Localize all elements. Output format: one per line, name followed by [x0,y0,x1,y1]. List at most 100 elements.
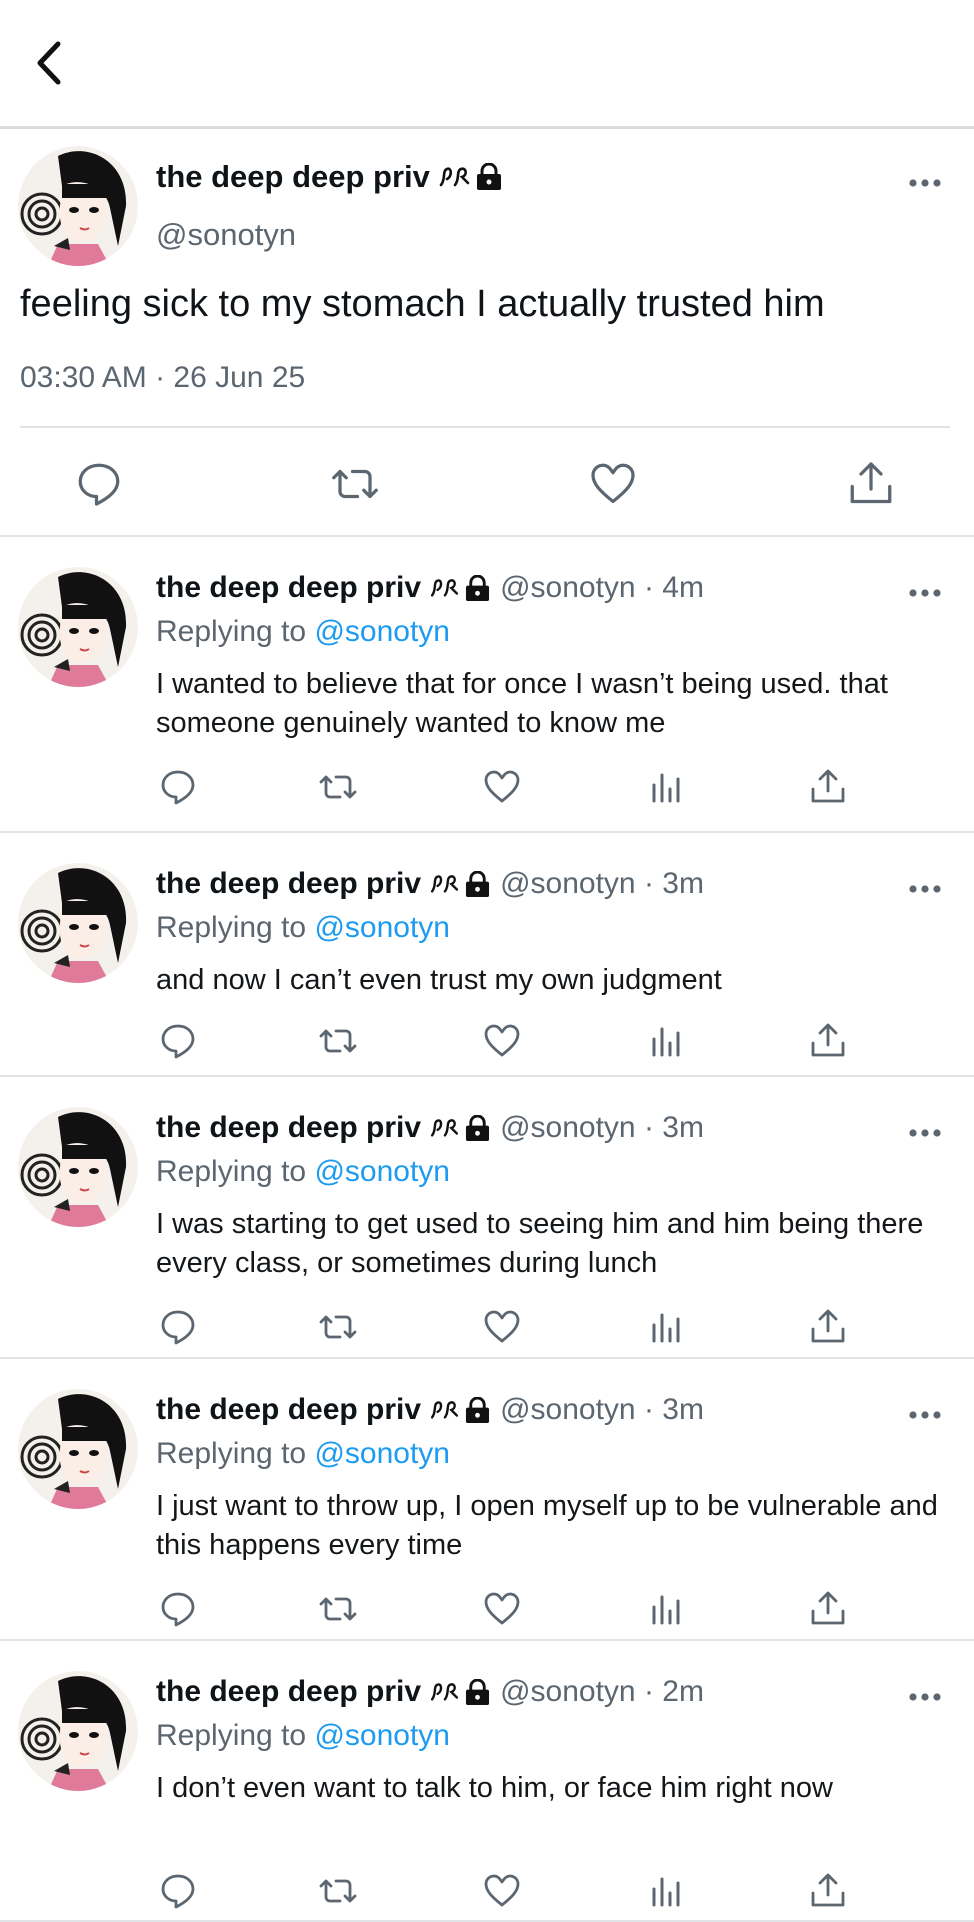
tweet-actions [0,1021,974,1065]
display-name[interactable]: the deep deep priv [156,1675,421,1709]
badges [429,1114,490,1142]
replying-prefix: Replying to [156,1719,307,1752]
reply-tweet[interactable]: the deep deep priv @sonotyn · 3m Replyin… [0,833,974,1077]
knot-glyph-icon [430,1683,459,1701]
share-icon[interactable] [808,1307,848,1347]
tweet-text: and now I can’t even trust my own judgme… [156,964,722,996]
more-options-icon[interactable] [908,587,942,599]
lock-icon [466,1114,490,1141]
badges [429,1396,490,1424]
replying-to: Replying to @sonotyn [156,615,450,649]
reply-icon[interactable] [158,1589,198,1629]
avatar[interactable] [18,1671,138,1791]
name-row: the deep deep priv [156,159,502,195]
retweet-icon[interactable] [330,459,380,509]
mention-link[interactable]: @sonotyn [314,1719,450,1752]
like-icon[interactable] [482,1021,522,1061]
replying-prefix: Replying to [156,615,307,648]
analytics-icon[interactable] [646,767,686,807]
back-chevron-icon[interactable] [30,38,70,88]
tweet-actions [0,1307,974,1351]
knot-glyph-icon [430,875,459,893]
replying-prefix: Replying to [156,1155,307,1188]
share-icon[interactable] [808,1871,848,1911]
reply-tweet[interactable]: the deep deep priv @sonotyn · 2m Replyin… [0,1641,974,1922]
more-options-icon[interactable] [908,1127,942,1139]
mention-link[interactable]: @sonotyn [314,615,450,648]
like-icon[interactable] [588,459,638,509]
share-icon[interactable] [846,459,896,509]
replying-to: Replying to @sonotyn [156,1155,450,1189]
analytics-icon[interactable] [646,1021,686,1061]
avatar[interactable] [18,1389,138,1509]
handle-time[interactable]: @sonotyn · 3m [500,1111,704,1145]
lock-icon [466,1396,490,1423]
like-icon[interactable] [482,1589,522,1629]
avatar[interactable] [18,863,138,983]
badges [429,870,490,898]
name-row: the deep deep priv @sonotyn · 3m [156,867,704,901]
more-options-icon[interactable] [908,177,942,189]
tweet-text: I just want to throw up, I open myself u… [156,1490,938,1561]
tweet-text: I don’t even want to talk to him, or fac… [156,1772,833,1804]
more-options-icon[interactable] [908,1409,942,1421]
more-options-icon[interactable] [908,1691,942,1703]
badges [429,574,490,602]
share-icon[interactable] [808,767,848,807]
replying-prefix: Replying to [156,1437,307,1470]
retweet-icon[interactable] [318,1021,358,1061]
share-icon[interactable] [808,1589,848,1629]
like-icon[interactable] [482,767,522,807]
name-row: the deep deep priv @sonotyn · 2m [156,1675,704,1709]
like-icon[interactable] [482,1871,522,1911]
avatar[interactable] [18,567,138,687]
more-options-icon[interactable] [908,883,942,895]
timestamp: 03:30 AM · 26 Jun 25 [20,361,306,394]
display-name[interactable]: the deep deep priv [156,571,421,605]
badges [429,1678,490,1706]
display-name[interactable]: the deep deep priv [156,1393,421,1427]
tweet-actions [0,767,974,811]
share-icon[interactable] [808,1021,848,1061]
reply-icon[interactable] [74,459,124,509]
top-bar [0,0,974,129]
retweet-icon[interactable] [318,1589,358,1629]
display-name[interactable]: the deep deep priv [156,867,421,901]
replying-to: Replying to @sonotyn [156,911,450,945]
handle-time[interactable]: @sonotyn · 4m [500,571,704,605]
reply-icon[interactable] [158,1871,198,1911]
reply-icon[interactable] [158,1307,198,1347]
handle-time[interactable]: @sonotyn · 3m [500,867,704,901]
tweet-actions [0,459,974,519]
display-name[interactable]: the deep deep priv [156,159,430,195]
tweet-actions [0,1871,974,1915]
handle-time[interactable]: @sonotyn · 3m [500,1393,704,1427]
name-row: the deep deep priv @sonotyn · 3m [156,1111,704,1145]
mention-link[interactable]: @sonotyn [314,1155,450,1188]
like-icon[interactable] [482,1307,522,1347]
reply-tweet[interactable]: the deep deep priv @sonotyn · 3m Replyin… [0,1077,974,1359]
retweet-icon[interactable] [318,1871,358,1911]
reply-icon[interactable] [158,767,198,807]
display-name[interactable]: the deep deep priv [156,1111,421,1145]
tweet-text: I was starting to get used to seeing him… [156,1208,924,1279]
tweet-actions [0,1589,974,1633]
tweet-text: I wanted to believe that for once I wasn… [156,668,888,739]
name-row: the deep deep priv @sonotyn · 3m [156,1393,704,1427]
analytics-icon[interactable] [646,1871,686,1911]
tweet-text: feeling sick to my stomach I actually tr… [20,283,825,325]
reply-tweet[interactable]: the deep deep priv @sonotyn · 3m Replyin… [0,1359,974,1641]
reply-icon[interactable] [158,1021,198,1061]
retweet-icon[interactable] [318,767,358,807]
analytics-icon[interactable] [646,1589,686,1629]
avatar[interactable] [18,146,138,266]
mention-link[interactable]: @sonotyn [314,1437,450,1470]
retweet-icon[interactable] [318,1307,358,1347]
avatar[interactable] [18,1107,138,1227]
mention-link[interactable]: @sonotyn [314,911,450,944]
replying-to: Replying to @sonotyn [156,1719,450,1753]
reply-tweet[interactable]: the deep deep priv @sonotyn · 4m Replyin… [0,537,974,833]
handle[interactable]: @sonotyn [156,217,296,253]
handle-time[interactable]: @sonotyn · 2m [500,1675,704,1709]
analytics-icon[interactable] [646,1307,686,1347]
